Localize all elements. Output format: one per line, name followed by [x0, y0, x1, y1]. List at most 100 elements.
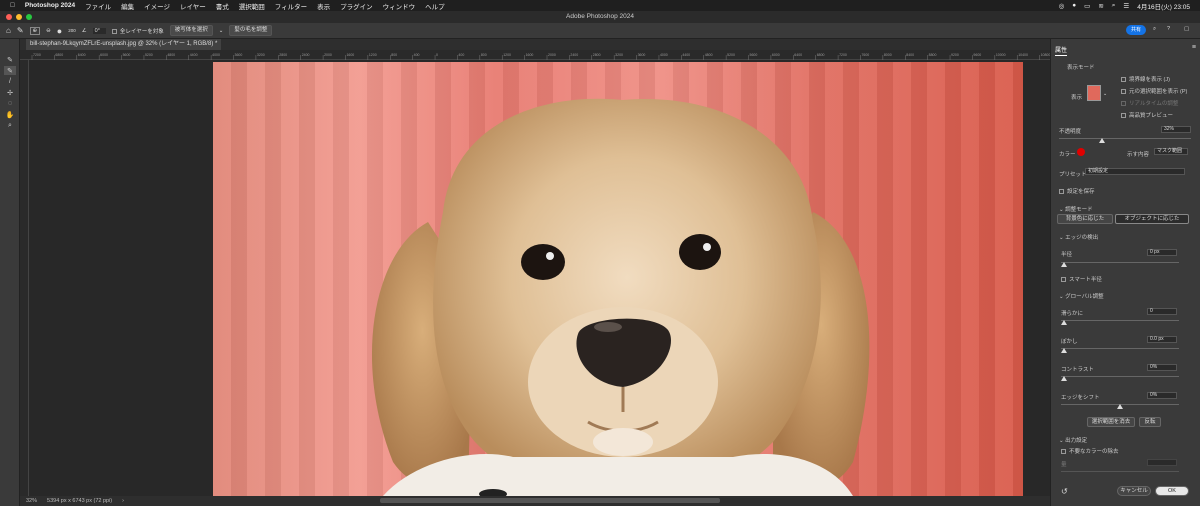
clear-selection-button[interactable]: 選択範囲を消去 [1087, 417, 1135, 427]
contrast-slider-handle[interactable] [1061, 376, 1067, 381]
document-tab[interactable]: bill-stephan-9LkqymZFLrE-unsplash.jpg @ … [26, 39, 222, 50]
home-icon[interactable]: ⌂ [6, 26, 11, 35]
menu-layer[interactable]: レイヤー [180, 1, 206, 11]
opacity-slider[interactable] [1059, 138, 1191, 139]
radius-field[interactable]: 0 px [1147, 249, 1177, 256]
display-select[interactable]: マスク範囲 [1154, 148, 1188, 155]
select-subject-button[interactable]: 被写体を選択 [169, 25, 213, 36]
apple-icon[interactable]:  [10, 2, 15, 9]
app-menu[interactable]: Photoshop 2024 [25, 2, 75, 9]
contrast-slider[interactable] [1061, 376, 1179, 377]
menu-file[interactable]: ファイル [85, 1, 111, 11]
chevron-down-icon[interactable]: ⌄ [219, 28, 224, 34]
canvas-area[interactable] [29, 60, 1050, 496]
global-heading[interactable]: ⌄ グローバル調整 [1059, 292, 1104, 300]
control-center-icon[interactable]: ☰ [1123, 2, 1129, 10]
ruler-tick-label: 3600 [235, 53, 243, 57]
brush-icon[interactable]: / [4, 77, 16, 86]
help-icon[interactable]: ? [1167, 26, 1170, 32]
hq-preview-option[interactable]: 高品質プレビュー [1121, 111, 1173, 119]
smart-radius-option[interactable]: スマート半径 [1061, 275, 1102, 283]
save-settings-option[interactable]: 設定を保存 [1059, 187, 1095, 195]
color-aware-button[interactable]: 背景色に応じた [1057, 214, 1113, 224]
object-aware-button[interactable]: オブジェクトに応じた [1115, 214, 1189, 224]
radius-label: 半径 [1061, 252, 1073, 258]
status-icon[interactable]: ● [1072, 2, 1076, 9]
hand-icon[interactable]: ✋ [4, 110, 16, 119]
horizontal-scrollbar[interactable] [380, 498, 720, 503]
menu-view[interactable]: 表示 [317, 1, 330, 11]
feather-slider[interactable] [1061, 348, 1179, 349]
zoom-icon[interactable] [26, 14, 32, 20]
show-original-option[interactable]: 元の選択範囲を表示 (P) [1121, 87, 1187, 95]
smooth-slider-handle[interactable] [1061, 320, 1067, 325]
document-info[interactable]: 5394 px x 6743 px (72 ppi) [47, 498, 112, 504]
menu-window[interactable]: ウィンドウ [383, 1, 416, 11]
opacity-field[interactable]: 32% [1161, 126, 1191, 133]
angle-icon[interactable]: ∠ [82, 28, 87, 34]
zoom-level[interactable]: 32% [26, 498, 37, 504]
menu-filter[interactable]: フィルター [275, 1, 307, 11]
edge-detect-heading[interactable]: ⌄ エッジの検出 [1059, 233, 1098, 241]
zoom-tool-icon[interactable]: ⌕ [4, 121, 16, 130]
radius-slider[interactable] [1061, 262, 1179, 263]
color-swatch[interactable] [1077, 148, 1085, 156]
shift-edge-field[interactable]: 0% [1147, 392, 1177, 399]
object-select-icon[interactable]: ✢ [4, 88, 16, 97]
view-dropdown-icon[interactable]: ⌄ [1103, 91, 1107, 97]
smooth-field[interactable]: 0 [1147, 308, 1177, 315]
clock[interactable]: 4月16日(火) 23:05 [1137, 1, 1190, 11]
quick-select-icon[interactable]: ✎ [4, 55, 16, 64]
creative-cloud-icon[interactable]: ◎ [1059, 2, 1065, 10]
output-heading[interactable]: ⌄ 出力設定 [1059, 436, 1087, 444]
adjust-mode-heading[interactable]: ⌄ 調整モード [1059, 205, 1093, 213]
brush-tool-icon[interactable]: ✎ [17, 26, 24, 35]
preset-select[interactable]: 初期設定 [1085, 168, 1185, 175]
shift-edge-slider-handle[interactable] [1117, 404, 1123, 409]
panel-menu-icon[interactable]: ≡ [1192, 44, 1196, 51]
menu-select[interactable]: 選択範囲 [239, 1, 265, 11]
battery-icon[interactable]: ▭ [1084, 2, 1090, 10]
ruler-tick-label: 4000 [660, 53, 668, 57]
properties-tab[interactable]: 属性 [1055, 45, 1068, 56]
menu-edit[interactable]: 編集 [121, 1, 134, 11]
ok-button[interactable]: OK [1155, 486, 1189, 496]
brush-size-value[interactable]: 200 [68, 28, 76, 33]
sample-all-checkbox[interactable]: 全レイヤーを対象 [111, 27, 164, 35]
add-mode-icon[interactable]: ⊕ [29, 26, 41, 35]
refine-hair-button[interactable]: 髪の毛を調整 [229, 25, 273, 36]
search-icon[interactable]: ⌕ [1112, 2, 1116, 10]
ruler-tick-label: 10800 [1041, 53, 1050, 57]
opacity-slider-handle[interactable] [1099, 138, 1105, 143]
smooth-slider[interactable] [1061, 320, 1179, 321]
radius-slider-handle[interactable] [1061, 262, 1067, 267]
feather-slider-handle[interactable] [1061, 348, 1067, 353]
minimize-icon[interactable] [16, 14, 22, 20]
contrast-field[interactable]: 0% [1147, 364, 1177, 371]
decontaminate-option[interactable]: 不要なカラーの除去 [1061, 447, 1119, 455]
menu-type[interactable]: 書式 [216, 1, 229, 11]
search-icon[interactable]: ⌕ [1153, 26, 1156, 33]
wifi-icon[interactable]: ≋ [1098, 2, 1103, 10]
status-menu-icon[interactable]: › [122, 498, 124, 504]
feather-field[interactable]: 0.0 px [1147, 336, 1177, 343]
refine-brush-icon[interactable]: ✎ [4, 66, 16, 75]
invert-button[interactable]: 反転 [1139, 417, 1161, 427]
workspace-icon[interactable]: ▢ [1184, 26, 1189, 32]
opacity-label: 不透明度 [1059, 129, 1082, 135]
lasso-icon[interactable]: ◌ [4, 99, 16, 108]
menu-plugins[interactable]: プラグイン [340, 1, 373, 11]
subtract-mode-icon[interactable]: ⊖ [46, 28, 51, 34]
ruler-tick-label: 10400 [1018, 53, 1028, 57]
cancel-button[interactable]: キャンセル [1117, 486, 1151, 496]
menu-image[interactable]: イメージ [144, 1, 170, 11]
reset-icon[interactable]: ↺ [1061, 487, 1068, 496]
angle-value[interactable]: 0° [92, 27, 106, 34]
close-icon[interactable] [6, 14, 12, 20]
menu-help[interactable]: ヘルプ [425, 1, 445, 11]
share-button[interactable]: 共有 [1126, 25, 1146, 35]
show-edge-option[interactable]: 境界線を表示 (J) [1121, 75, 1170, 83]
brush-size-icon[interactable]: ● [57, 26, 62, 36]
document-image[interactable] [213, 62, 1023, 496]
view-mode-thumbnail[interactable] [1087, 85, 1101, 101]
